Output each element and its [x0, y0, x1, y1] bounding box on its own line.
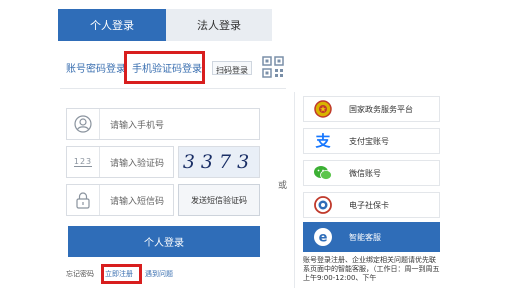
method-divider [60, 88, 286, 89]
customer-service-icon: e [311, 225, 335, 249]
option-label: 微信账号 [349, 168, 381, 178]
sms-code-input[interactable]: 请输入短信码 [66, 184, 174, 216]
or-label: 或 [278, 181, 288, 191]
phone-input[interactable]: 请输入手机号 [66, 108, 260, 140]
option-label: 电子社保卡 [349, 200, 389, 210]
qr-code-icon[interactable] [262, 56, 284, 78]
national-platform-login[interactable]: 国家政务服务平台 [303, 96, 440, 122]
method-account-password[interactable]: 账号密码登录 [66, 63, 126, 77]
problem-link[interactable]: 遇到问题 [145, 268, 173, 280]
sms-placeholder: 请输入短信码 [110, 196, 165, 207]
method-scan-code[interactable]: 扫码登录 [212, 61, 252, 75]
smart-customer-service[interactable]: e 智能客服 [303, 222, 440, 252]
alipay-icon: 支 [311, 129, 335, 153]
svg-text:支: 支 [314, 132, 331, 150]
captcha-number-icon: 123 [67, 147, 100, 177]
tab-legal-login[interactable]: 法人登录 [166, 9, 272, 41]
help-note: 账号登录注册、企业绑定相关问题请优先联系页面中的智能客服，（工作日：周一到周五上… [303, 256, 440, 282]
svg-text:e: e [319, 231, 328, 246]
social-security-card-login[interactable]: 电子社保卡 [303, 192, 440, 218]
vertical-divider [294, 92, 295, 288]
lock-icon [67, 185, 100, 215]
tab-personal-login[interactable]: 个人登录 [58, 9, 166, 41]
wechat-icon [311, 161, 335, 185]
user-icon [67, 109, 100, 139]
send-sms-button[interactable]: 发送短信验证码 [178, 184, 260, 216]
national-emblem-icon [311, 97, 335, 121]
login-button[interactable]: 个人登录 [68, 226, 260, 257]
social-security-card-icon [311, 193, 335, 217]
captcha-icon-text: 123 [73, 157, 93, 167]
captcha-input[interactable]: 123 请输入验证码 [66, 146, 174, 178]
highlight-box-register [101, 264, 142, 284]
wechat-login[interactable]: 微信账号 [303, 160, 440, 186]
option-label: 支付宝账号 [349, 136, 389, 146]
option-label: 智能客服 [349, 232, 381, 242]
phone-placeholder: 请输入手机号 [110, 120, 165, 131]
captcha-image[interactable]: 3373 [178, 146, 260, 178]
forgot-password-link[interactable]: 忘记密码 [66, 268, 94, 280]
alipay-login[interactable]: 支 支付宝账号 [303, 128, 440, 154]
highlight-box-phone-method [124, 51, 205, 84]
option-label: 国家政务服务平台 [349, 104, 413, 114]
captcha-placeholder: 请输入验证码 [110, 158, 165, 169]
